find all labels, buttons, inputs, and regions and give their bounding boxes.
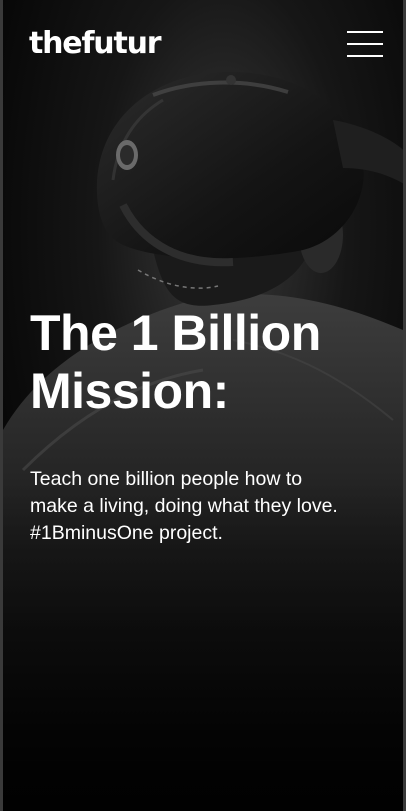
- tagline-line-1: Teach one billion people how to: [30, 468, 303, 490]
- hamburger-menu-icon[interactable]: [347, 28, 383, 60]
- tagline-line-3: #1BminusOne project.: [30, 522, 223, 544]
- hero-tagline: Teach one billion people how to make a l…: [30, 466, 390, 547]
- headline-line-1: The 1 Billion: [30, 305, 321, 361]
- tagline-line-2: make a living, doing what they love.: [30, 495, 338, 517]
- headline-line-2: Mission:: [30, 363, 229, 419]
- menu-line-middle: [347, 43, 383, 45]
- mobile-screen: thefutur The 1 Billion Mission: Teach on…: [0, 0, 406, 811]
- thefutur-logo[interactable]: thefutur: [29, 26, 162, 62]
- menu-line-bottom: [347, 55, 383, 57]
- hero-headline: The 1 Billion Mission:: [30, 304, 390, 420]
- menu-line-top: [347, 31, 383, 33]
